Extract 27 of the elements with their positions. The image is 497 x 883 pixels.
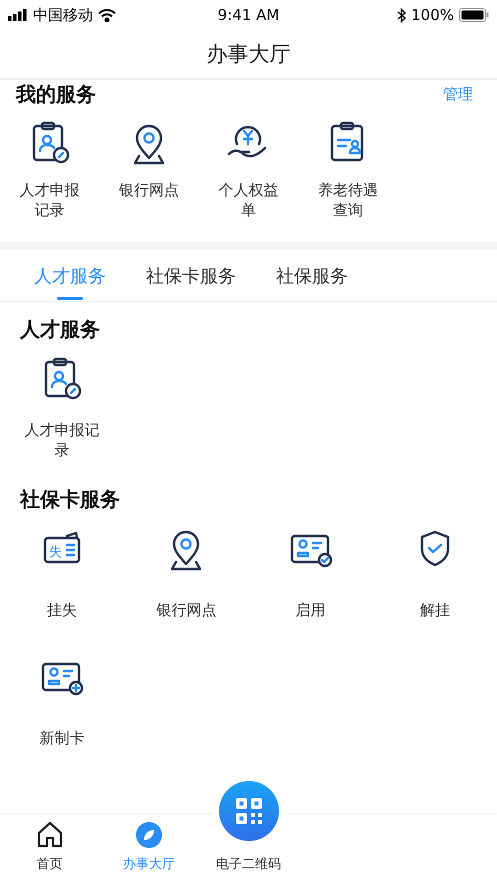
section-title: 我的服务 bbox=[16, 80, 96, 108]
service-label[interactable]: 个人权益单 bbox=[215, 180, 282, 220]
service-label[interactable]: 养老待遇查询 bbox=[314, 180, 381, 220]
bottom-tab[interactable]: 电子二维码 bbox=[198, 855, 298, 883]
page-title: 办事大厅 bbox=[206, 41, 290, 68]
bottom-tab[interactable]: 首页 bbox=[0, 815, 100, 883]
service-label[interactable]: 人才申报记录 bbox=[16, 180, 83, 220]
leaf-icon bbox=[135, 821, 164, 849]
category-tab[interactable]: 社保服务 bbox=[256, 250, 368, 302]
qr-code-icon bbox=[234, 796, 264, 826]
battery-icon bbox=[459, 8, 489, 22]
service-label[interactable]: 银行网点 bbox=[136, 600, 236, 620]
category-tab[interactable]: 社保卡服务 bbox=[126, 250, 256, 302]
service-label[interactable]: 解挂 bbox=[384, 600, 485, 620]
signal-icon bbox=[8, 9, 28, 21]
service-label[interactable]: 银行网点 bbox=[116, 180, 182, 200]
battery-percent: 100% bbox=[411, 6, 454, 24]
service-label[interactable]: 新制卡 bbox=[12, 728, 112, 748]
wifi-icon bbox=[98, 8, 116, 22]
service-label[interactable]: 挂失 bbox=[12, 600, 112, 620]
status-time: 9:41 AM bbox=[218, 6, 280, 24]
section-title: 社保卡服务 bbox=[20, 487, 120, 511]
carrier-text: 中国移动 bbox=[33, 6, 93, 24]
service-label[interactable]: 人才申报记录 bbox=[22, 420, 102, 460]
service-label[interactable]: 启用 bbox=[260, 600, 361, 620]
section-title: 人才服务 bbox=[20, 317, 100, 341]
bluetooth-icon bbox=[397, 8, 406, 22]
